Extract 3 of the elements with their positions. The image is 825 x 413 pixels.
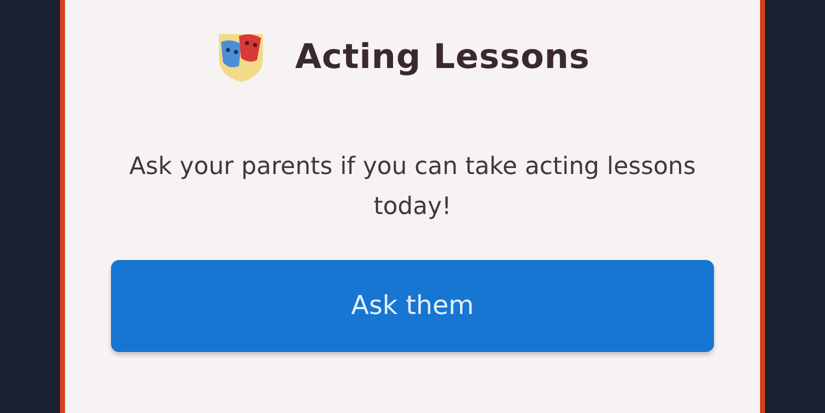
dialog-title: Acting Lessons [295,37,590,77]
ask-button[interactable]: Ask them [111,260,714,352]
dialog-message: Ask your parents if you can take acting lessons today! [128,151,697,222]
